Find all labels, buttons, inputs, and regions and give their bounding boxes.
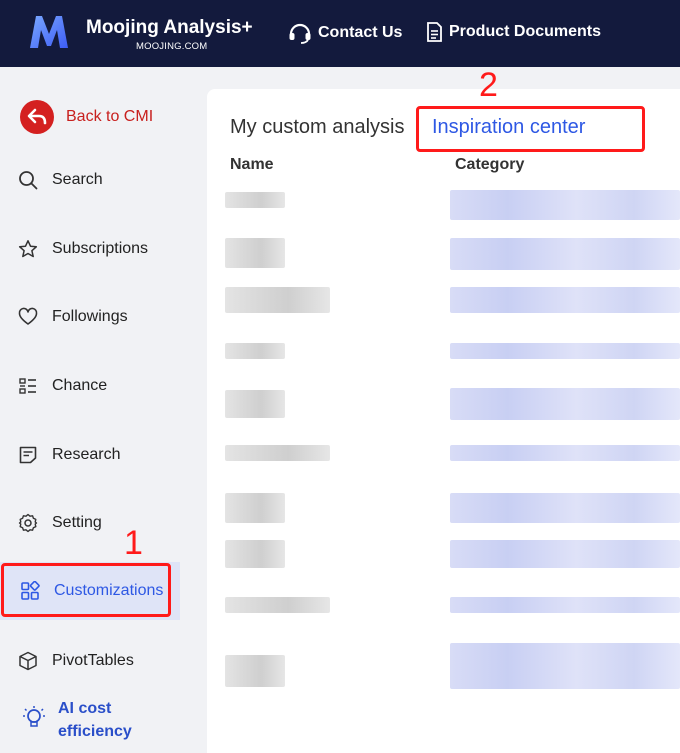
search-icon <box>19 171 38 190</box>
ai-cost-efficiency-link[interactable]: AI cost efficiency <box>22 697 132 743</box>
blurred-category-cell <box>450 540 680 568</box>
blurred-name-cell <box>225 192 285 208</box>
top-header: Moojing Analysis+ MOOJING.COM Contact Us… <box>0 0 680 67</box>
blurred-category-cell <box>450 343 680 359</box>
tab-my-custom-analysis[interactable]: My custom analysis <box>230 116 405 139</box>
annotation-number-2: 2 <box>479 66 498 104</box>
blurred-name-cell <box>225 445 330 461</box>
sidebar-item-pivottables[interactable]: PivotTables <box>0 632 180 690</box>
blurred-category-cell <box>450 493 680 523</box>
blurred-name-cell <box>225 540 285 568</box>
sidebar-item-label: Subscriptions <box>52 240 149 257</box>
brand-title: Moojing Analysis+ <box>86 17 253 38</box>
sidebar-item-label: Setting <box>52 514 102 531</box>
gear-icon <box>18 513 38 533</box>
blurred-name-cell <box>225 238 285 268</box>
sidebar-item-subscriptions[interactable]: Subscriptions <box>0 220 180 278</box>
blurred-category-cell <box>450 445 680 461</box>
product-documents-link[interactable]: Product Documents <box>426 22 601 42</box>
sidebar-item-label: Chance <box>52 377 108 394</box>
back-to-cmi-label: Back to CMI <box>66 108 154 125</box>
contact-us-label: Contact Us <box>318 24 403 41</box>
contact-us-link[interactable]: Contact Us <box>288 22 402 44</box>
blurred-name-cell <box>225 493 285 523</box>
sidebar-item-label: Research <box>52 446 121 463</box>
sidebar-item-label: Followings <box>52 308 128 325</box>
back-to-cmi-button[interactable]: Back to CMI <box>20 100 153 134</box>
blurred-category-cell <box>450 597 680 613</box>
column-header-category: Category <box>455 156 525 173</box>
heart-icon <box>18 307 38 325</box>
headset-icon <box>289 23 311 44</box>
star-icon <box>18 240 38 258</box>
sidebar-item-setting[interactable]: Setting <box>0 494 180 552</box>
lightbulb-icon <box>23 706 45 727</box>
sidebar-item-chance[interactable]: Chance <box>0 357 180 415</box>
list-icon <box>19 378 36 394</box>
annotation-number-1: 1 <box>124 524 143 562</box>
annotation-box-2 <box>416 106 645 152</box>
blurred-category-cell <box>450 643 680 689</box>
back-arrow-icon <box>20 100 54 134</box>
blurred-name-cell <box>225 597 330 613</box>
document-icon <box>427 22 442 42</box>
sidebar-item-research[interactable]: Research <box>0 426 180 484</box>
annotation-box-1 <box>1 563 171 617</box>
ai-label-line1: AI cost <box>58 700 112 717</box>
blurred-category-cell <box>450 238 680 270</box>
cube-icon <box>19 651 37 671</box>
sidebar-item-followings[interactable]: Followings <box>0 288 180 346</box>
blurred-name-cell <box>225 390 285 418</box>
column-header-name: Name <box>230 156 274 173</box>
sidebar-item-label: PivotTables <box>52 652 134 669</box>
product-documents-label: Product Documents <box>449 23 602 40</box>
blurred-category-cell <box>450 190 680 220</box>
blurred-category-cell <box>450 287 680 313</box>
ai-cost-efficiency-label: AI cost efficiency <box>58 697 132 743</box>
blurred-category-cell <box>450 388 680 420</box>
blurred-name-cell <box>225 287 330 313</box>
brand-subtitle: MOOJING.COM <box>136 41 208 52</box>
sidebar-item-label: Search <box>52 171 103 188</box>
ai-label-line2: efficiency <box>58 723 132 740</box>
note-icon <box>19 446 37 464</box>
blurred-name-cell <box>225 655 285 687</box>
blurred-name-cell <box>225 343 285 359</box>
sidebar-item-search[interactable]: Search <box>0 151 180 209</box>
moojing-logo-icon[interactable] <box>28 12 70 50</box>
